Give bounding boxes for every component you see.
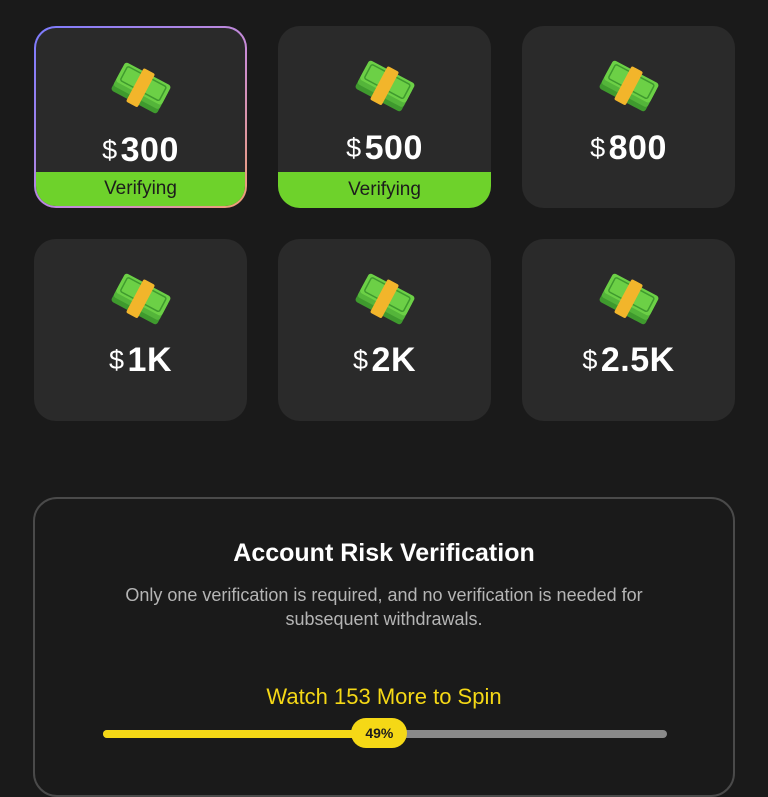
card-amount: $1K [34,341,247,380]
money-stack-icon [111,62,170,114]
currency-symbol: $ [590,133,606,163]
currency-symbol: $ [582,345,598,375]
amount-card-300[interactable]: $300 Verifying [34,26,247,208]
amount-card-2-5k[interactable]: $2.5K [522,239,735,421]
verification-panel: Account Risk Verification Only one verif… [33,497,735,797]
verification-description: Only one verification is required, and n… [125,585,643,629]
amount-value: 800 [608,129,667,167]
card-amount: $800 [522,129,735,168]
currency-symbol: $ [353,345,369,375]
currency-symbol: $ [109,345,125,375]
progress-fill [103,730,380,738]
amount-grid: $300 Verifying $500 Verifying $800 $1K $… [34,26,735,421]
amount-card-1k[interactable]: $1K [34,239,247,421]
amount-card-800[interactable]: $800 [522,26,735,208]
amount-value: 300 [120,131,179,169]
money-stack-icon [355,60,414,112]
money-stack-icon [111,273,170,325]
card-amount: $300 [36,131,245,170]
progress-percent-badge: 49% [351,718,408,748]
amount-value: 2.5K [600,341,675,379]
verification-title: Account Risk Verification [233,539,535,567]
currency-symbol: $ [346,133,362,163]
progress-bar: 49% [103,718,667,748]
verifying-badge: Verifying [278,172,491,208]
money-stack-icon [355,273,414,325]
card-amount: $2K [278,341,491,380]
money-stack-icon [599,60,658,112]
money-stack-icon [599,273,658,325]
amount-card-2k[interactable]: $2K [278,239,491,421]
amount-card-500[interactable]: $500 Verifying [278,26,491,208]
card-amount: $500 [278,129,491,168]
verifying-badge: Verifying [36,172,245,206]
spin-progress-text: Watch 153 More to Spin [266,684,502,709]
amount-value: 2K [371,341,416,379]
currency-symbol: $ [102,135,118,165]
card-amount: $2.5K [522,341,735,380]
amount-value: 1K [127,341,172,379]
amount-value: 500 [364,129,423,167]
